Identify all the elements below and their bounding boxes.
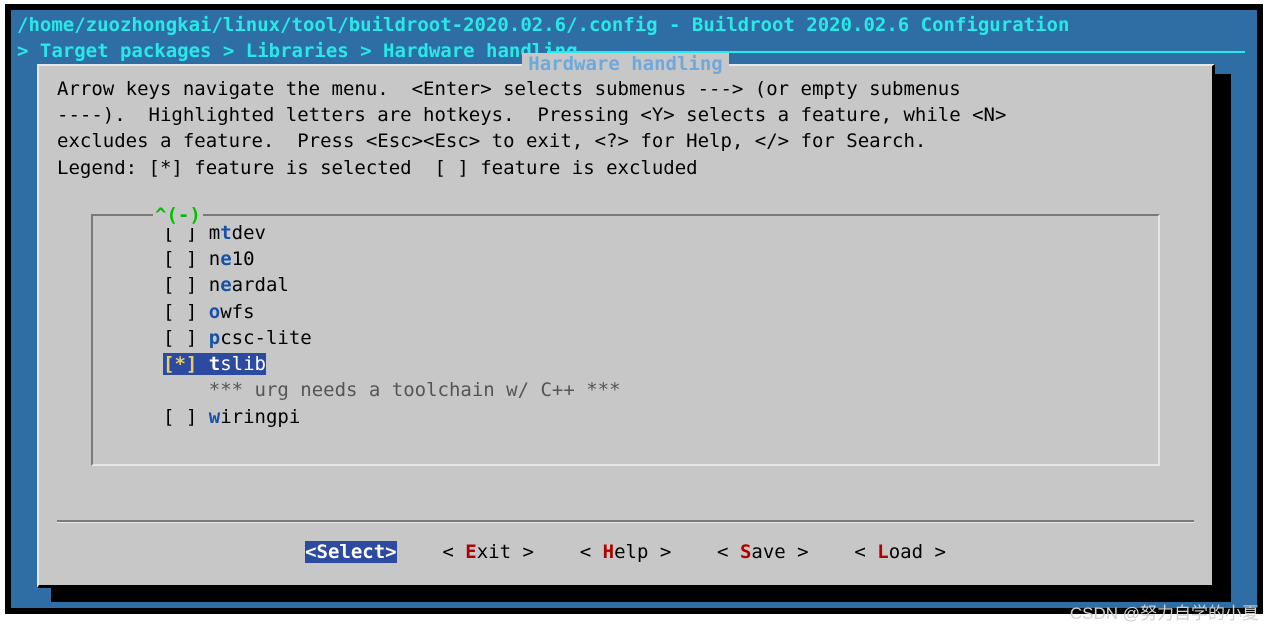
menu-item-label: pcsc-lite bbox=[209, 327, 312, 349]
hotkey-char: S bbox=[740, 541, 751, 563]
hotkey-char: t bbox=[209, 353, 220, 375]
menu-item[interactable]: [ ] pcsc-lite bbox=[93, 325, 1158, 351]
menu-item[interactable]: [ ] owfs bbox=[93, 299, 1158, 325]
menu-listbox[interactable]: ^(-) [ ] mtdev[ ] ne10[ ] neardal[ ] owf… bbox=[91, 214, 1160, 466]
help-line: Arrow keys navigate the menu. <Enter> se… bbox=[57, 78, 961, 100]
save-button[interactable]: < Save > bbox=[717, 541, 809, 563]
menu-item[interactable]: [*] tslib bbox=[93, 351, 1158, 377]
help-button[interactable]: < Help > bbox=[580, 541, 672, 563]
help-line: Legend: [*] feature is selected [ ] feat… bbox=[57, 157, 698, 179]
hotkey-char: L bbox=[877, 541, 888, 563]
menu-item-label: ne10 bbox=[209, 248, 255, 270]
button-bar: <Select> < Exit > < Help > < Save > < Lo… bbox=[39, 539, 1212, 565]
hotkey-char: S bbox=[317, 541, 328, 563]
menu-item-label: owfs bbox=[209, 301, 255, 323]
menu-item[interactable]: [ ] mtdev bbox=[93, 220, 1158, 246]
checkbox-indicator: [*] bbox=[163, 353, 209, 375]
help-text: Arrow keys navigate the menu. <Enter> se… bbox=[39, 66, 1212, 187]
dialog-title-text: Hardware handling bbox=[522, 53, 728, 75]
hotkey-char: e bbox=[220, 248, 231, 270]
window-title: /home/zuozhongkai/linux/tool/buildroot-2… bbox=[11, 10, 1257, 38]
hotkey-char: e bbox=[220, 274, 231, 296]
help-line: ----). Highlighted letters are hotkeys. … bbox=[57, 104, 1006, 126]
menu-item-label: wiringpi bbox=[209, 406, 301, 428]
dialog: Hardware handling Arrow keys navigate th… bbox=[37, 64, 1215, 588]
crumb-prefix: > bbox=[17, 40, 40, 62]
scroll-up-hint: ^(-) bbox=[153, 202, 203, 228]
menu-item[interactable]: [ ] neardal bbox=[93, 272, 1158, 298]
load-button[interactable]: < Load > bbox=[854, 541, 946, 563]
hotkey-char: E bbox=[465, 541, 476, 563]
hotkey-char: p bbox=[209, 327, 220, 349]
menu-item-label: tslib bbox=[209, 353, 266, 375]
checkbox-indicator: [ ] bbox=[163, 406, 209, 428]
exit-button[interactable]: < Exit > bbox=[442, 541, 534, 563]
outer-frame: /home/zuozhongkai/linux/tool/buildroot-2… bbox=[5, 4, 1263, 614]
hotkey-char: o bbox=[209, 301, 220, 323]
menu-items: [ ] mtdev[ ] ne10[ ] neardal[ ] owfs[ ] … bbox=[93, 216, 1158, 430]
hotkey-char: w bbox=[209, 406, 220, 428]
checkbox-indicator: [ ] bbox=[163, 327, 209, 349]
dialog-title: Hardware handling bbox=[39, 51, 1212, 77]
hotkey-char: H bbox=[603, 541, 614, 563]
hotkey-char: t bbox=[220, 222, 231, 244]
menu-item[interactable]: [ ] wiringpi bbox=[93, 404, 1158, 430]
select-button[interactable]: <Select> bbox=[305, 541, 397, 563]
menu-item-label: mtdev bbox=[209, 222, 266, 244]
help-line: excludes a feature. Press <Esc><Esc> to … bbox=[57, 130, 926, 152]
menu-item[interactable]: [ ] ne10 bbox=[93, 246, 1158, 272]
checkbox-indicator: [ ] bbox=[163, 274, 209, 296]
terminal: /home/zuozhongkai/linux/tool/buildroot-2… bbox=[11, 10, 1257, 608]
menu-item-label: neardal bbox=[209, 274, 289, 296]
checkbox-indicator: [ ] bbox=[163, 301, 209, 323]
menu-comment: *** urg needs a toolchain w/ C++ *** bbox=[93, 377, 1158, 403]
checkbox-indicator: [ ] bbox=[163, 248, 209, 270]
button-separator bbox=[57, 520, 1194, 523]
